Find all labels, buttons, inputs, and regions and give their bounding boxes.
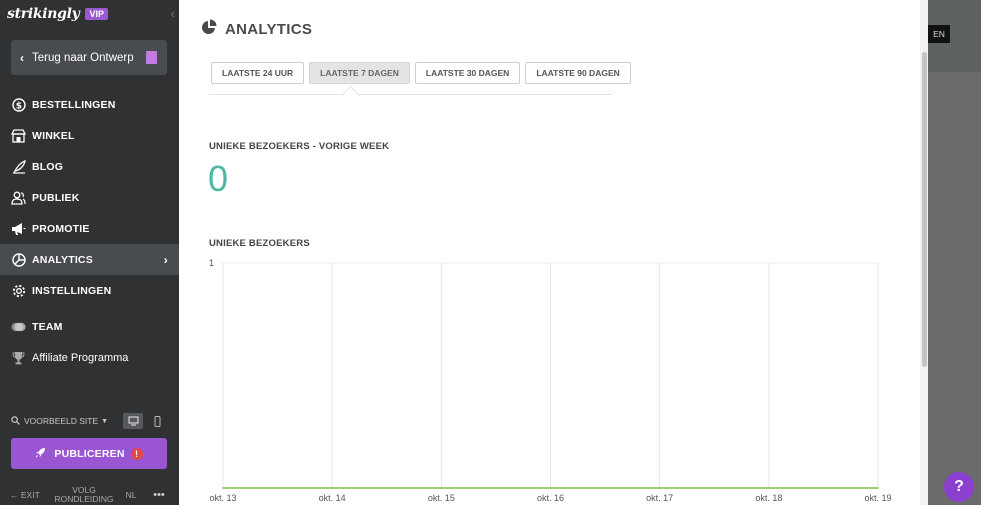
store-icon: [11, 128, 26, 143]
data-point: [331, 487, 333, 489]
language-button[interactable]: NL: [118, 490, 144, 500]
x-tick-label: okt. 16: [537, 493, 564, 503]
sidebar-item-label: ANALYTICS: [32, 253, 93, 266]
tab-last-30-days[interactable]: LAATSTE 30 DAGEN: [414, 62, 521, 84]
sidebar-item-promotie[interactable]: PROMOTIE: [0, 213, 179, 244]
visitors-chart: 1 okt. 13 okt. 14 okt. 15 okt. 16 okt. 17 okt.…: [209, 258, 892, 503]
exit-label: EXIT: [20, 489, 40, 500]
site-preview-background: [928, 0, 981, 505]
x-tick-label: okt. 19: [864, 493, 891, 503]
svg-text:$: $: [15, 101, 21, 111]
people-icon: [11, 190, 26, 205]
exit-button[interactable]: ← EXIT: [0, 490, 50, 500]
sidebar-item-label: PUBLIEK: [32, 191, 80, 204]
more-button[interactable]: •••: [144, 489, 174, 501]
back-to-design-button[interactable]: ‹ Terug naar Ontwerp: [11, 40, 167, 75]
document-icon: [146, 51, 157, 64]
vip-badge: VIP: [85, 8, 108, 20]
collapse-chevron-icon[interactable]: ‹: [171, 6, 175, 21]
preview-site-row: VOORBEELD SITE ▼: [11, 413, 167, 429]
page-title-text: ANALYTICS: [225, 20, 313, 38]
x-tick-label: okt. 13: [209, 493, 236, 503]
chevron-left-icon: ‹: [20, 50, 24, 65]
tour-label-2: RONDLEIDING: [54, 493, 114, 504]
tab-last-24-hours[interactable]: LAATSTE 24 UUR: [211, 62, 305, 84]
desktop-icon[interactable]: [123, 413, 143, 429]
page-title: ANALYTICS: [201, 19, 312, 39]
caret-down-icon[interactable]: ▼: [101, 418, 108, 425]
sidebar-item-label: Affiliate Programma: [32, 351, 129, 364]
active-tab-pointer: [342, 85, 359, 102]
tour-button[interactable]: VOLG RONDLEIDING: [50, 485, 118, 504]
pie-chart-icon: [11, 252, 26, 267]
sidebar-item-instellingen[interactable]: INSTELLINGEN: [0, 275, 179, 306]
pie-chart-icon: [201, 19, 217, 39]
sidebar: strikingly VIP ‹ ‹ Terug naar Ontwerp $ …: [0, 0, 179, 505]
megaphone-icon: [11, 221, 26, 236]
language-chip[interactable]: EN: [928, 25, 950, 43]
weekly-visitors-value: 0: [208, 158, 229, 199]
data-point: [658, 487, 661, 489]
data-point: [222, 487, 224, 489]
data-point: [440, 487, 443, 489]
chevron-right-icon: ›: [163, 252, 168, 267]
sidebar-item-label: BLOG: [32, 160, 64, 173]
tab-last-90-days[interactable]: LAATSTE 90 DAGEN: [525, 62, 631, 84]
scrollbar-thumb[interactable]: [922, 52, 927, 367]
sidebar-item-affiliate[interactable]: Affiliate Programma: [0, 342, 179, 373]
sidebar-item-label: INSTELLINGEN: [32, 284, 112, 297]
publish-label: PUBLICEREN: [54, 447, 125, 460]
magnifier-icon: [11, 415, 20, 427]
data-point: [549, 487, 552, 489]
sidebar-item-winkel[interactable]: WINKEL: [0, 120, 179, 151]
sidebar-item-label: WINKEL: [32, 129, 75, 142]
sidebar-nav: $ BESTELLINGEN WINKEL BLOG PUBLIEK PROMO…: [0, 89, 179, 373]
y-tick-label: 1: [209, 258, 214, 268]
sidebar-item-team[interactable]: TEAM: [0, 311, 179, 342]
x-tick-label: okt. 15: [428, 493, 455, 503]
team-icon: [11, 319, 26, 334]
dollar-icon: $: [11, 97, 26, 112]
preview-site-dropdown[interactable]: VOORBEELD SITE: [24, 416, 98, 426]
data-point: [877, 487, 879, 489]
mobile-icon[interactable]: [147, 413, 167, 429]
trophy-icon: [11, 350, 26, 365]
device-toggle: [123, 413, 167, 429]
alert-icon: !: [130, 447, 143, 460]
sidebar-item-analytics[interactable]: ANALYTICS ›: [0, 244, 179, 275]
logo-row: strikingly VIP ‹: [0, 0, 179, 28]
gear-icon: [11, 283, 26, 298]
tab-underline: [209, 94, 612, 95]
help-button[interactable]: ?: [944, 472, 974, 502]
publish-button[interactable]: PUBLICEREN !: [11, 438, 167, 469]
back-to-design-label: Terug naar Ontwerp: [32, 51, 134, 64]
logo[interactable]: strikingly: [7, 6, 80, 22]
period-tabs: LAATSTE 24 UUR LAATSTE 7 DAGEN LAATSTE 3…: [211, 62, 631, 84]
rocket-icon: [35, 447, 46, 461]
x-tick-label: okt. 14: [319, 493, 346, 503]
x-tick-label: okt. 18: [755, 493, 782, 503]
analytics-panel: ANALYTICS LAATSTE 24 UUR LAATSTE 7 DAGEN…: [179, 0, 928, 505]
sidebar-item-label: PROMOTIE: [32, 222, 90, 235]
bottom-bar: ← EXIT VOLG RONDLEIDING NL •••: [0, 484, 179, 505]
x-tick-label: okt. 17: [646, 493, 673, 503]
quill-icon: [11, 159, 26, 174]
sidebar-item-label: TEAM: [32, 320, 63, 333]
sidebar-item-blog[interactable]: BLOG: [0, 151, 179, 182]
visitors-chart-label: UNIEKE BEZOEKERS: [209, 238, 310, 249]
weekly-visitors-label: UNIEKE BEZOEKERS - VORIGE WEEK: [209, 141, 390, 152]
data-point: [768, 487, 770, 489]
sidebar-item-bestellingen[interactable]: $ BESTELLINGEN: [0, 89, 179, 120]
sidebar-item-label: BESTELLINGEN: [32, 98, 116, 111]
sidebar-item-publiek[interactable]: PUBLIEK: [0, 182, 179, 213]
tab-last-7-days[interactable]: LAATSTE 7 DAGEN: [309, 62, 410, 84]
